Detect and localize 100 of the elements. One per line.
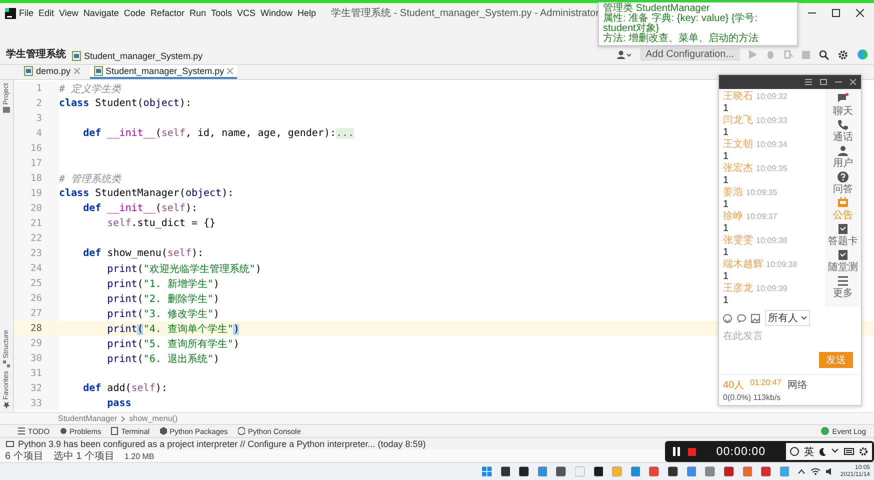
message-time: 10:09:38 [766,260,798,269]
speech-bubble-icon[interactable] [737,314,746,322]
line-number: 16 [30,143,42,154]
line-number: 32 [30,383,42,394]
sender-name: 闫龙飞 [723,115,753,127]
phone-icon [837,119,849,131]
breadcrumb-item[interactable]: show_menu() [129,414,178,423]
message-time: 10:09:32 [756,92,788,101]
smiley-icon[interactable] [723,314,732,322]
menu-item[interactable]: Edit [36,8,56,18]
menu-item[interactable]: Navigate [81,8,121,18]
network-stats: 0(0.0%) 113kb/s [723,393,781,402]
menu-item[interactable]: Refactor [148,8,186,18]
chat-sidebar-tab[interactable]: 更多 [833,275,853,299]
message-text: 1 [723,151,730,162]
chat-sidebar-tab[interactable]: 随堂测 [828,249,858,273]
message-text: 1 [723,127,730,139]
tooltip-line: 属性: 准备 字典: {key: value} {学号: student对象} [603,14,758,34]
editor-tab[interactable]: demo.py [20,65,84,79]
package-icon [160,427,167,435]
code-line: pass [106,398,132,409]
menu-item[interactable]: Window [258,8,295,18]
recipient-dropdown[interactable]: 所有人 [765,310,810,326]
chat-sidebar-tab[interactable]: 用户 [833,145,853,169]
chat-sidebar-tab[interactable]: 通话 [833,119,853,143]
code-line: class Student(object): [59,98,192,109]
settings-icon[interactable] [859,447,868,456]
menu-icon[interactable] [805,79,812,85]
status-text: 选中 1 个项目 [53,450,114,463]
maximize-icon[interactable] [832,9,840,17]
user-dropdown-icon[interactable] [616,50,631,59]
status-text: 1.20 MB [124,452,154,460]
app-icon[interactable] [500,466,510,477]
menu-item[interactable]: Tools [208,8,234,18]
code-line: def __init__(self, id, name, age, gender):... [82,128,354,139]
window-title: 学生管理系统 - Student_manager_System.py - Administrator [331,6,599,20]
image-icon[interactable] [751,314,760,322]
breadcrumb-item[interactable]: StudentManager [58,414,118,423]
sender-name: 姜浩 [723,187,743,199]
moon-icon[interactable] [819,448,826,456]
app-icon[interactable] [668,466,678,477]
keyboard-icon[interactable] [844,448,854,455]
sender-name: 王彦龙 [723,283,753,295]
line-number: 23 [30,248,42,259]
message-text: 1 [723,199,730,211]
menu-item[interactable]: View [57,8,80,18]
menu-item[interactable]: Run [187,8,208,18]
code-line: # 管理系统类 [59,172,122,186]
minimize-icon[interactable] [835,79,842,85]
line-number: 20 [30,203,42,214]
menu-item[interactable]: VCS [234,8,258,18]
chat-sidebar-tab[interactable]: 问答 [833,171,853,195]
menu-item[interactable]: Help [296,8,318,18]
pause-icon[interactable] [673,447,680,456]
line-number: 27 [30,308,42,319]
chevron-up-icon[interactable] [798,469,806,474]
close-icon[interactable] [856,9,864,17]
python-file-icon [24,66,33,76]
message-time: 10:09:37 [746,212,778,221]
code-line: def __init__(self): [82,203,198,214]
chat-sidebar-tab[interactable]: 答题卡 [828,223,858,247]
line-number: 17 [30,158,42,169]
message-text: 1 [723,223,730,234]
code-line: print("欢迎光临学生管理系统") [106,262,262,276]
menu-item[interactable]: Code [122,8,148,18]
line-number: 31 [30,368,42,379]
list-icon [837,275,849,287]
settings-icon[interactable] [838,50,848,60]
search-icon[interactable] [819,50,829,60]
input-language[interactable]: 英 [804,444,814,458]
circle-icon[interactable] [790,447,799,456]
window-icon[interactable] [820,79,827,85]
sender-name: 端木越辉 [723,259,763,271]
status-text: 6 个项目 [5,450,44,463]
start-icon[interactable] [482,466,492,477]
wifi-icon[interactable] [811,468,820,475]
code-line: def show_menu(self): [82,248,204,259]
line-number: 2 [35,98,42,109]
sender-name: 张雯雯 [723,235,753,247]
line-number: 26 [30,293,42,304]
line-number: 25 [30,278,42,289]
tooltip-line: 管理类 StudentManager [603,4,710,14]
message-time: 10:09:34 [756,140,788,149]
breadcrumb-item[interactable]: 学生管理系统 [6,47,66,61]
app-icon[interactable] [556,466,566,477]
breadcrumb-item[interactable]: Student_manager_System.py [72,51,203,61]
code-line: print("3. 修改学生") [106,308,220,320]
app-icon[interactable] [594,466,604,477]
list-icon [18,427,25,435]
chat-sidebar-tab[interactable]: 聊天 [833,93,853,117]
message-input[interactable]: 在此发言 [719,328,861,350]
run-configuration-button[interactable]: Add Configuration... [640,48,740,61]
message-text: 1 [723,103,730,115]
app-icon[interactable] [519,466,529,477]
line-number: 1 [35,83,42,94]
menu-item[interactable]: File [17,8,36,18]
close-icon[interactable] [850,79,856,85]
line-number: 19 [30,188,42,199]
editor-tab[interactable]: Student_manager_System.py [90,65,238,79]
stop-icon[interactable] [688,448,696,456]
